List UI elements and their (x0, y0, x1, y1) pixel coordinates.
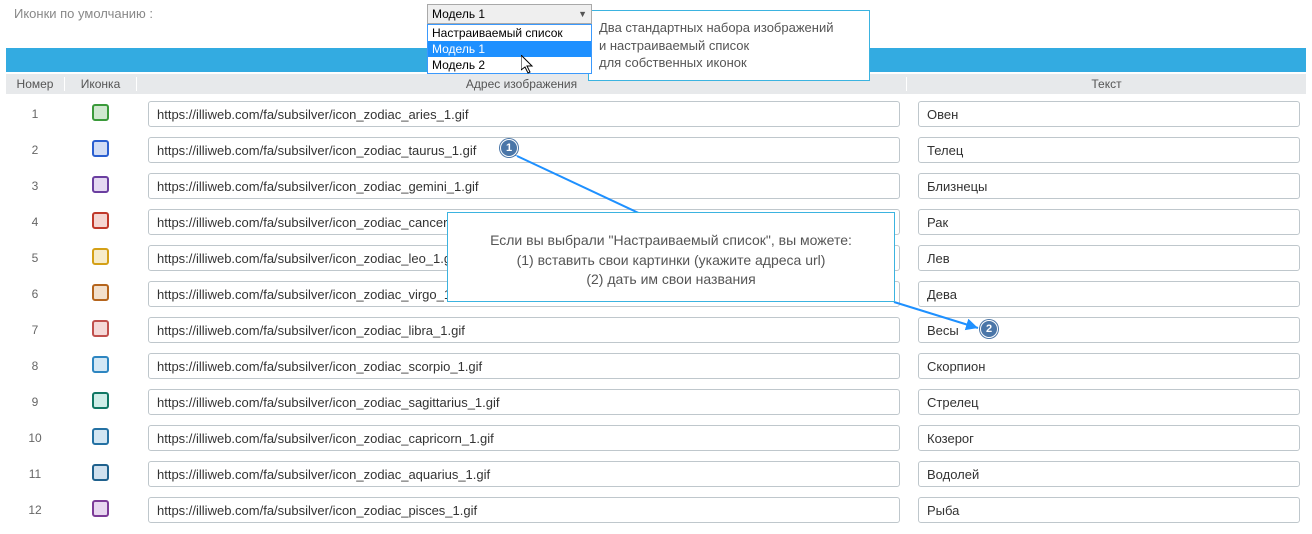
row-icon (64, 248, 136, 268)
row-number: 3 (6, 179, 64, 193)
table-row: 9 (6, 384, 1306, 420)
row-icon (64, 284, 136, 304)
zodiac-icon (92, 104, 109, 121)
text-input[interactable] (918, 209, 1300, 235)
table-row: 7 (6, 312, 1306, 348)
row-number: 7 (6, 323, 64, 337)
zodiac-icon (92, 500, 109, 517)
tooltip-line: Если вы выбрали "Настраиваемый список", … (458, 231, 884, 251)
model-select-value: Модель 1 (432, 7, 485, 21)
model-select-display[interactable]: Модель 1 ▼ (427, 4, 592, 24)
table-row: 1 (6, 96, 1306, 132)
chevron-down-icon: ▼ (578, 9, 587, 19)
tooltip-custom-info: Если вы выбрали "Настраиваемый список", … (447, 212, 895, 302)
address-input[interactable] (148, 425, 900, 451)
row-number: 8 (6, 359, 64, 373)
address-input[interactable] (148, 497, 900, 523)
zodiac-icon (92, 248, 109, 265)
tooltip-line: для собственных иконок (599, 54, 859, 72)
row-icon (64, 212, 136, 232)
tooltip-line: и настраиваемый список (599, 37, 859, 55)
row-icon (64, 428, 136, 448)
tooltip-select-info: Два стандартных набора изображений и нас… (588, 10, 870, 81)
row-icon (64, 356, 136, 376)
row-icon (64, 104, 136, 124)
text-input[interactable] (918, 245, 1300, 271)
text-input[interactable] (918, 497, 1300, 523)
zodiac-icon (92, 356, 109, 373)
table-row: 12 (6, 492, 1306, 528)
header-text: Текст (906, 77, 1306, 91)
zodiac-icon (92, 392, 109, 409)
badge-2: 2 (980, 320, 998, 338)
model-select-dropdown: Настраиваемый список Модель 1 Модель 2 (427, 24, 592, 74)
row-number: 6 (6, 287, 64, 301)
text-input[interactable] (918, 281, 1300, 307)
default-icons-label: Иконки по умолчанию : (14, 4, 153, 21)
zodiac-icon (92, 176, 109, 193)
text-input[interactable] (918, 101, 1300, 127)
row-number: 4 (6, 215, 64, 229)
select-option-model1[interactable]: Модель 1 (428, 41, 591, 57)
table-row: 3 (6, 168, 1306, 204)
row-number: 1 (6, 107, 64, 121)
address-input[interactable] (148, 173, 900, 199)
tooltip-line: Два стандартных набора изображений (599, 19, 859, 37)
table-row: 8 (6, 348, 1306, 384)
row-number: 5 (6, 251, 64, 265)
text-input[interactable] (918, 137, 1300, 163)
text-input[interactable] (918, 353, 1300, 379)
text-input[interactable] (918, 389, 1300, 415)
tooltip-line: (2) дать им свои названия (458, 270, 884, 290)
row-number: 2 (6, 143, 64, 157)
header-number: Номер (6, 77, 64, 91)
address-input[interactable] (148, 461, 900, 487)
row-icon (64, 176, 136, 196)
row-icon (64, 392, 136, 412)
tooltip-line: (1) вставить свои картинки (укажите адре… (458, 251, 884, 271)
row-number: 11 (6, 467, 64, 481)
header-icon: Иконка (64, 77, 136, 91)
zodiac-icon (92, 320, 109, 337)
row-number: 9 (6, 395, 64, 409)
address-input[interactable] (148, 101, 900, 127)
model-select[interactable]: Модель 1 ▼ Настраиваемый список Модель 1… (427, 4, 592, 74)
row-icon (64, 320, 136, 340)
text-input[interactable] (918, 173, 1300, 199)
text-input[interactable] (918, 461, 1300, 487)
address-input[interactable] (148, 137, 900, 163)
address-input[interactable] (148, 353, 900, 379)
row-number: 12 (6, 503, 64, 517)
row-number: 10 (6, 431, 64, 445)
row-icon (64, 140, 136, 160)
zodiac-icon (92, 464, 109, 481)
badge-1: 1 (500, 139, 518, 157)
zodiac-icon (92, 428, 109, 445)
row-icon (64, 500, 136, 520)
zodiac-icon (92, 284, 109, 301)
text-input[interactable] (918, 425, 1300, 451)
zodiac-icon (92, 140, 109, 157)
row-icon (64, 464, 136, 484)
text-input[interactable] (918, 317, 1300, 343)
address-input[interactable] (148, 389, 900, 415)
table-row: 11 (6, 456, 1306, 492)
zodiac-icon (92, 212, 109, 229)
select-option-custom[interactable]: Настраиваемый список (428, 25, 591, 41)
select-option-model2[interactable]: Модель 2 (428, 57, 591, 73)
table-row: 10 (6, 420, 1306, 456)
address-input[interactable] (148, 317, 900, 343)
table-row: 2 (6, 132, 1306, 168)
